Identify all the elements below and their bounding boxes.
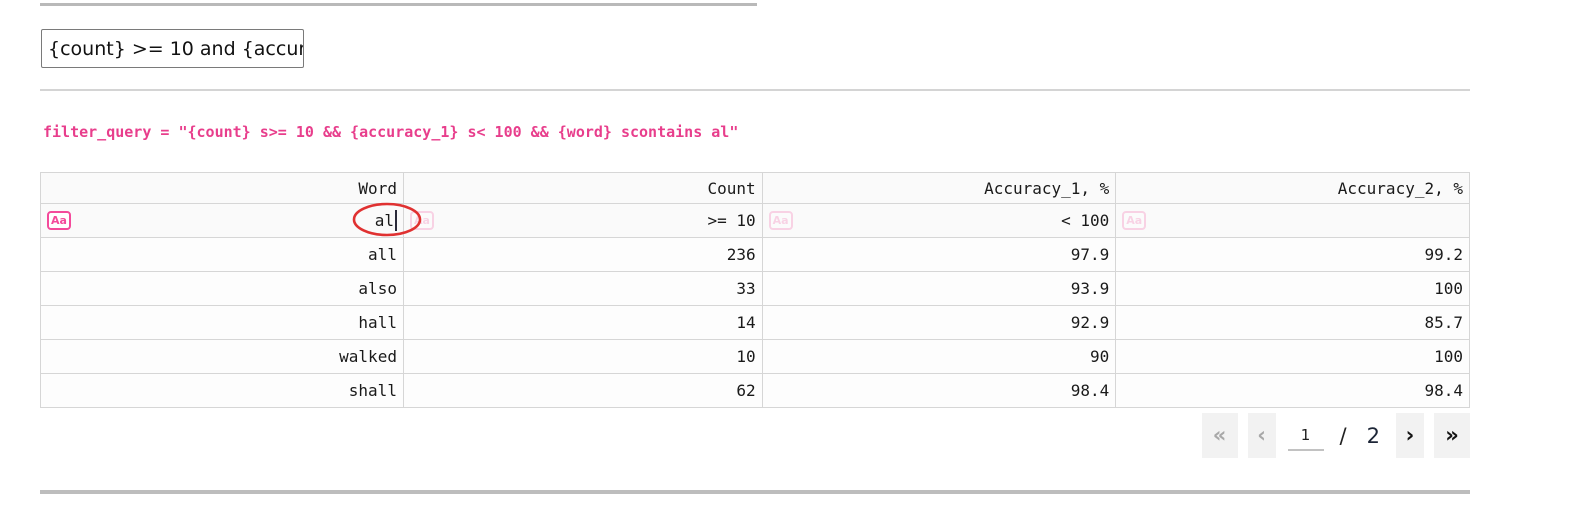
filter-expression-input[interactable]	[41, 29, 304, 68]
case-sensitivity-toggle-icon[interactable]: Aa	[1122, 211, 1146, 230]
cell-word[interactable]: walked	[41, 340, 404, 374]
column-header-accuracy-1: Accuracy_1, %	[762, 173, 1116, 204]
filter-cell-count[interactable]: Aa >= 10	[403, 204, 762, 238]
table-row: walked 10 90 100	[41, 340, 1470, 374]
cell-accuracy-2[interactable]: 99.2	[1116, 238, 1470, 272]
pagination: « ‹ / 2 › »	[1202, 413, 1470, 458]
filter-cell-accuracy-1[interactable]: Aa < 100	[762, 204, 1116, 238]
cell-accuracy-2[interactable]: 98.4	[1116, 374, 1470, 408]
column-header-accuracy-2: Accuracy_2, %	[1116, 173, 1470, 204]
table-filter-row: Aa al Aa >= 10	[41, 204, 1470, 238]
cell-word[interactable]: hall	[41, 306, 404, 340]
case-sensitivity-toggle-icon[interactable]: Aa	[410, 211, 434, 230]
cell-accuracy-1[interactable]: 92.9	[762, 306, 1116, 340]
cell-accuracy-1[interactable]: 98.4	[762, 374, 1116, 408]
next-page-button[interactable]: ›	[1396, 413, 1424, 458]
filter-value-count: >= 10	[707, 211, 755, 230]
last-page-button[interactable]: »	[1434, 413, 1470, 458]
cell-accuracy-2[interactable]: 100	[1116, 340, 1470, 374]
cell-accuracy-2[interactable]: 85.7	[1116, 306, 1470, 340]
cell-word[interactable]: shall	[41, 374, 404, 408]
filter-cell-accuracy-2[interactable]: Aa	[1116, 204, 1470, 238]
cell-count[interactable]: 10	[403, 340, 762, 374]
case-sensitivity-toggle-icon[interactable]: Aa	[769, 211, 793, 230]
table-row: all 236 97.9 99.2	[41, 238, 1470, 272]
total-pages: 2	[1367, 424, 1380, 448]
cell-word[interactable]: all	[41, 238, 404, 272]
table-row: hall 14 92.9 85.7	[41, 306, 1470, 340]
filter-query-code: filter_query = "{count} s>= 10 && {accur…	[43, 123, 738, 141]
cell-count[interactable]: 14	[403, 306, 762, 340]
current-page-input[interactable]	[1288, 421, 1324, 451]
case-sensitivity-toggle-icon[interactable]: Aa	[47, 211, 71, 230]
previous-page-button[interactable]: ‹	[1248, 413, 1276, 458]
first-page-button[interactable]: «	[1202, 413, 1238, 458]
cell-accuracy-1[interactable]: 97.9	[762, 238, 1116, 272]
cell-accuracy-2[interactable]: 100	[1116, 272, 1470, 306]
cell-count[interactable]: 236	[403, 238, 762, 272]
table-row: shall 62 98.4 98.4	[41, 374, 1470, 408]
filter-cell-word[interactable]: Aa al	[41, 204, 404, 238]
text-cursor	[395, 210, 397, 231]
middle-divider	[40, 89, 1470, 91]
filter-value-accuracy-1: < 100	[1061, 211, 1109, 230]
top-divider	[40, 3, 757, 6]
cell-count[interactable]: 62	[403, 374, 762, 408]
column-header-word: Word	[41, 173, 404, 204]
cell-word[interactable]: also	[41, 272, 404, 306]
table-row: also 33 93.9 100	[41, 272, 1470, 306]
cell-count[interactable]: 33	[403, 272, 762, 306]
cell-accuracy-1[interactable]: 90	[762, 340, 1116, 374]
table-header-row: Word Count Accuracy_1, % Accuracy_2, %	[41, 173, 1470, 204]
bottom-divider	[40, 490, 1470, 494]
page: filter_query = "{count} s>= 10 && {accur…	[0, 0, 1593, 515]
cell-accuracy-1[interactable]: 93.9	[762, 272, 1116, 306]
column-header-count: Count	[403, 173, 762, 204]
data-table: Word Count Accuracy_1, % Accuracy_2, % A…	[40, 172, 1470, 408]
filter-value-word: al	[375, 211, 394, 230]
page-separator: /	[1340, 424, 1347, 448]
